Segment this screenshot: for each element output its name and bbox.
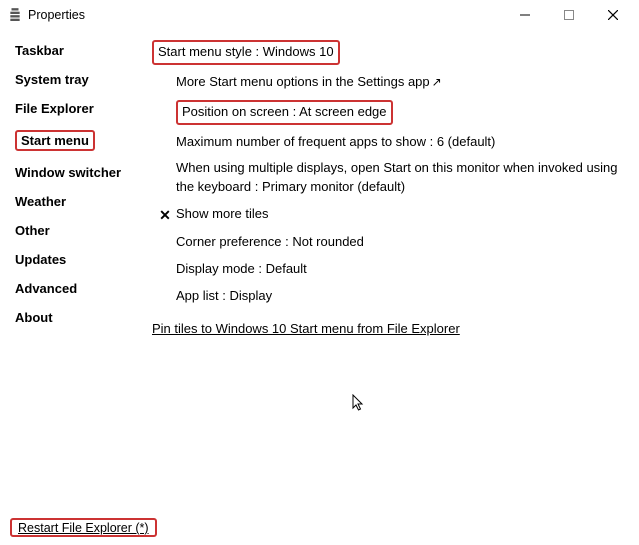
- sidebar-item-system-tray[interactable]: System tray: [15, 65, 150, 94]
- sidebar-item-taskbar[interactable]: Taskbar: [15, 36, 150, 65]
- app-list-row[interactable]: App list : Display: [176, 283, 621, 310]
- window-controls: [503, 0, 635, 30]
- sidebar-item-about[interactable]: About: [15, 303, 150, 332]
- sidebar-item-label: Updates: [15, 252, 66, 267]
- corner-preference-row[interactable]: Corner preference : Not rounded: [176, 229, 621, 256]
- sidebar-item-label: Weather: [15, 194, 66, 209]
- sidebar-item-label: Taskbar: [15, 43, 64, 58]
- sidebar-item-window-switcher[interactable]: Window switcher: [15, 158, 150, 187]
- sidebar-item-label: System tray: [15, 72, 89, 87]
- position-on-screen-row[interactable]: Position on screen : At screen edge: [176, 96, 621, 129]
- sidebar-item-updates[interactable]: Updates: [15, 245, 150, 274]
- maximize-button[interactable]: [547, 0, 591, 30]
- more-options-link[interactable]: More Start menu options in the Settings …: [176, 69, 621, 96]
- row-label: Maximum number of frequent apps to show …: [176, 133, 621, 152]
- sidebar-item-label: Advanced: [15, 281, 77, 296]
- max-frequent-apps-row[interactable]: Maximum number of frequent apps to show …: [176, 129, 621, 156]
- sidebar-item-other[interactable]: Other: [15, 216, 150, 245]
- sidebar-item-weather[interactable]: Weather: [15, 187, 150, 216]
- pin-tiles-link[interactable]: Pin tiles to Windows 10 Start menu from …: [152, 316, 621, 343]
- footer: Restart File Explorer (*): [10, 518, 157, 537]
- sidebar-item-label: Start menu: [15, 130, 95, 151]
- sidebar-item-label: Window switcher: [15, 165, 121, 180]
- show-more-tiles-row[interactable]: ✕ Show more tiles: [176, 201, 621, 229]
- minimize-button[interactable]: [503, 0, 547, 30]
- row-label: Display mode : Default: [176, 260, 621, 279]
- row-label: Position on screen : At screen edge: [176, 100, 393, 125]
- row-label: App list : Display: [176, 287, 621, 306]
- row-label: Pin tiles to Windows 10 Start menu from …: [152, 320, 621, 339]
- x-icon: ✕: [154, 205, 176, 225]
- sidebar-item-advanced[interactable]: Advanced: [15, 274, 150, 303]
- sidebar-item-file-explorer[interactable]: File Explorer: [15, 94, 150, 123]
- external-link-icon: ↗: [432, 75, 442, 89]
- row-label: Corner preference : Not rounded: [176, 233, 621, 252]
- window-title: Properties: [28, 8, 503, 22]
- app-icon: [8, 8, 22, 22]
- restart-file-explorer-link[interactable]: Restart File Explorer (*): [12, 517, 155, 539]
- sidebar-item-label: Other: [15, 223, 50, 238]
- start-menu-style-row[interactable]: Start menu style : Windows 10: [152, 36, 621, 69]
- sidebar: Taskbar System tray File Explorer Start …: [0, 36, 150, 509]
- display-mode-row[interactable]: Display mode : Default: [176, 256, 621, 283]
- multi-display-row[interactable]: When using multiple displays, open Start…: [176, 155, 621, 201]
- sidebar-item-label: File Explorer: [15, 101, 94, 116]
- row-label: Show more tiles: [176, 205, 621, 225]
- row-label: Start menu style : Windows 10: [152, 40, 340, 65]
- row-label: When using multiple displays, open Start…: [176, 159, 621, 197]
- sidebar-item-start-menu[interactable]: Start menu: [15, 123, 150, 158]
- titlebar: Properties: [0, 0, 639, 30]
- sidebar-item-label: About: [15, 310, 53, 325]
- row-label: More Start menu options in the Settings …: [176, 74, 430, 89]
- close-button[interactable]: [591, 0, 635, 30]
- main-panel: Start menu style : Windows 10 More Start…: [150, 36, 639, 509]
